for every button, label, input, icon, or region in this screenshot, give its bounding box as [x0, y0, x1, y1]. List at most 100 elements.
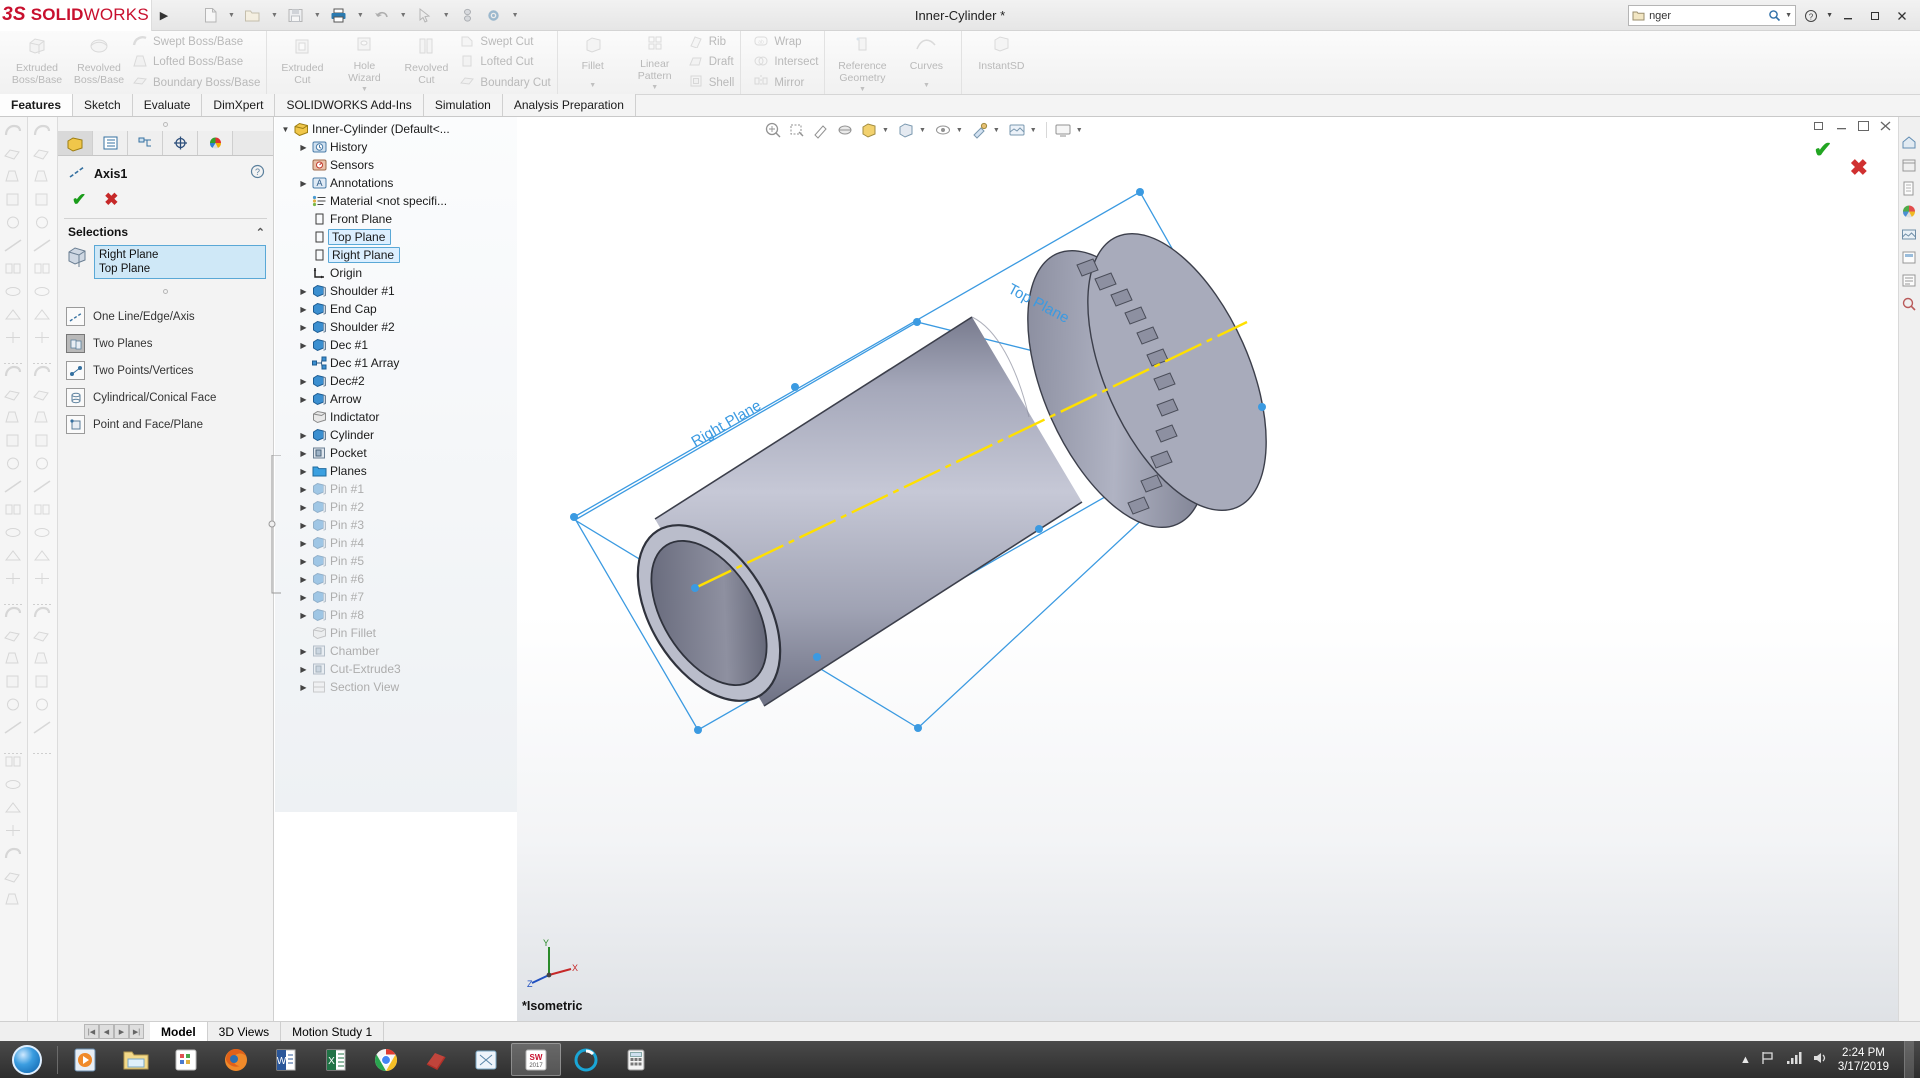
tree-node-origin[interactable]: Origin [275, 264, 517, 282]
solidworks-app-icon[interactable] [411, 1043, 461, 1076]
feature-tool-13-icon[interactable] [32, 410, 54, 427]
linear-pattern-caret-icon[interactable]: ▼ [651, 82, 658, 94]
tab-features[interactable]: Features [0, 94, 74, 116]
sketch-tool-29-icon[interactable] [3, 800, 25, 817]
lofted-cut-button[interactable]: Lofted Cut [459, 53, 550, 71]
green-check-icon[interactable]: ✔ [72, 190, 86, 210]
sketch-tool-14-icon[interactable] [3, 433, 25, 450]
show-hidden-icons-icon[interactable]: ▲ [1740, 1054, 1751, 1066]
option-two-points-vertices[interactable]: Two Points/Vertices [58, 357, 273, 384]
feature-tool-18-icon[interactable] [32, 525, 54, 542]
cylindrical-conical-face-icon[interactable] [66, 388, 85, 407]
sketch-tool-28-icon[interactable] [3, 777, 25, 794]
sketch-tool-6-icon[interactable] [3, 238, 25, 255]
extruded-cut-button[interactable]: Extruded Cut [271, 31, 333, 94]
selection-resize-grip[interactable] [58, 279, 273, 303]
expand-right-icon[interactable]: ▶ [297, 521, 310, 530]
expand-right-icon[interactable]: ▶ [297, 431, 310, 440]
point-and-face-plane-icon[interactable] [66, 415, 85, 434]
tree-node-dec-1[interactable]: ▶ Dec #1 [275, 336, 517, 354]
draft-button[interactable]: Draft [688, 53, 735, 71]
revolved-cut-button[interactable]: Revolved Cut [395, 31, 457, 94]
tree-node-cylinder[interactable]: ▶ Cylinder [275, 426, 517, 444]
sketch-tool-7-icon[interactable] [3, 261, 25, 278]
panel-grip[interactable] [58, 117, 273, 131]
expand-right-icon[interactable]: ▶ [297, 665, 310, 674]
tab-evaluate[interactable]: Evaluate [132, 94, 203, 116]
search-caret-icon[interactable]: ▼ [1785, 12, 1792, 19]
tree-node-dec-1-array[interactable]: Dec #1 Array [275, 354, 517, 372]
tree-node-pin-7[interactable]: ▶ Pin #7 [275, 588, 517, 606]
file-explorer-icon[interactable] [111, 1043, 161, 1076]
expand-right-icon[interactable]: ▶ [297, 683, 310, 692]
expand-right-icon[interactable]: ▶ [297, 611, 310, 620]
tree-node-inner-cylinder-default[interactable]: ▼ Inner-Cylinder (Default<... [275, 120, 517, 138]
mirror-button[interactable]: Mirror [753, 74, 818, 92]
sketch-tool-27-icon[interactable] [3, 754, 25, 771]
sketch-tool-17-icon[interactable] [3, 502, 25, 519]
doc-tab-3d-views[interactable]: 3D Views [208, 1021, 282, 1042]
scene-icon[interactable] [1901, 227, 1919, 243]
expand-right-icon[interactable]: ▶ [297, 485, 310, 494]
sketch-tool-2-icon[interactable] [3, 146, 25, 163]
feature-tool-23-icon[interactable] [32, 651, 54, 668]
expand-right-icon[interactable]: ▶ [297, 377, 310, 386]
tree-node-planes[interactable]: ▶ Planes [275, 462, 517, 480]
option-point-and-face-plane[interactable]: Point and Face/Plane [58, 411, 273, 438]
instant3d-button[interactable]: InstantSD [966, 31, 1036, 94]
search-input[interactable]: nger ▼ [1628, 5, 1797, 26]
sketch-tool-19-icon[interactable] [3, 548, 25, 565]
show-desktop-button[interactable] [1904, 1041, 1914, 1078]
two-planes-icon[interactable] [66, 334, 85, 353]
tree-node-pin-1[interactable]: ▶ Pin #1 [275, 480, 517, 498]
sketch-tool-23-icon[interactable] [3, 651, 25, 668]
decals-icon[interactable] [1901, 250, 1919, 266]
expand-right-icon[interactable]: ▶ [297, 179, 310, 188]
sketch-tool-5-icon[interactable] [3, 215, 25, 232]
help-caret-icon[interactable]: ▼ [1826, 12, 1833, 19]
sketch-tool-15-icon[interactable] [3, 456, 25, 473]
solidworks-2017-icon[interactable]: SW 2017 [511, 1043, 561, 1076]
rollback-bar[interactable] [268, 455, 282, 595]
expand-right-icon[interactable]: ▶ [297, 305, 310, 314]
revolved-boss-base-button[interactable]: Revolved Boss/Base [68, 31, 130, 94]
tree-node-pin-3[interactable]: ▶ Pin #3 [275, 516, 517, 534]
tree-node-history[interactable]: ▶ History [275, 138, 517, 156]
red-x-icon[interactable]: ✖ [104, 190, 118, 210]
feature-tool-11-icon[interactable] [32, 364, 54, 381]
close-icon[interactable] [1890, 5, 1914, 27]
boundary-cut-button[interactable]: Boundary Cut [459, 74, 551, 92]
tab-analysis-preparation[interactable]: Analysis Preparation [502, 94, 636, 116]
minimize-icon[interactable] [1836, 5, 1860, 27]
feature-tool-1-icon[interactable] [32, 123, 54, 140]
expand-right-icon[interactable]: ▶ [297, 647, 310, 656]
boundary-boss-base-button[interactable]: Boundary Boss/Base [132, 74, 260, 92]
tree-node-end-cap[interactable]: ▶ End Cap [275, 300, 517, 318]
feature-tool-3-icon[interactable] [32, 169, 54, 186]
help-circle-icon[interactable]: ? [250, 164, 265, 184]
restore-icon[interactable] [1863, 5, 1887, 27]
sketch-tool-32-icon[interactable] [3, 869, 25, 886]
feature-tool-5-icon[interactable] [32, 215, 54, 232]
first-tab-icon[interactable]: |◀ [84, 1024, 99, 1039]
feature-manager-tab[interactable] [58, 131, 93, 155]
expand-right-icon[interactable]: ▶ [297, 503, 310, 512]
excel-icon[interactable]: X [311, 1043, 361, 1076]
doc-tab-motion-study[interactable]: Motion Study 1 [281, 1021, 385, 1042]
sketch-tool-3-icon[interactable] [3, 169, 25, 186]
feature-tool-6-icon[interactable] [32, 238, 54, 255]
feature-tree[interactable]: ▼ Inner-Cylinder (Default<... ▶ History Sens… [275, 117, 517, 812]
expand-right-icon[interactable]: ▶ [297, 323, 310, 332]
chevron-up-icon[interactable]: ⌃ [256, 226, 265, 239]
feature-tool-26-icon[interactable] [32, 720, 54, 737]
feature-tool-25-icon[interactable] [32, 697, 54, 714]
expand-right-icon[interactable]: ▶ [297, 143, 310, 152]
model-graphics[interactable]: Right Plane Top Plane [517, 117, 1900, 1021]
sketch-tool-1-icon[interactable] [3, 123, 25, 140]
selection-listbox[interactable]: Right Plane Top Plane [94, 245, 266, 279]
app-grid-icon[interactable] [161, 1043, 211, 1076]
sketch-tool-26-icon[interactable] [3, 720, 25, 737]
tree-node-material-not-specifi[interactable]: Material <not specifi... [275, 192, 517, 210]
expand-right-icon[interactable]: ▶ [297, 575, 310, 584]
tab-solidworks-add-ins[interactable]: SOLIDWORKS Add-Ins [275, 94, 424, 116]
